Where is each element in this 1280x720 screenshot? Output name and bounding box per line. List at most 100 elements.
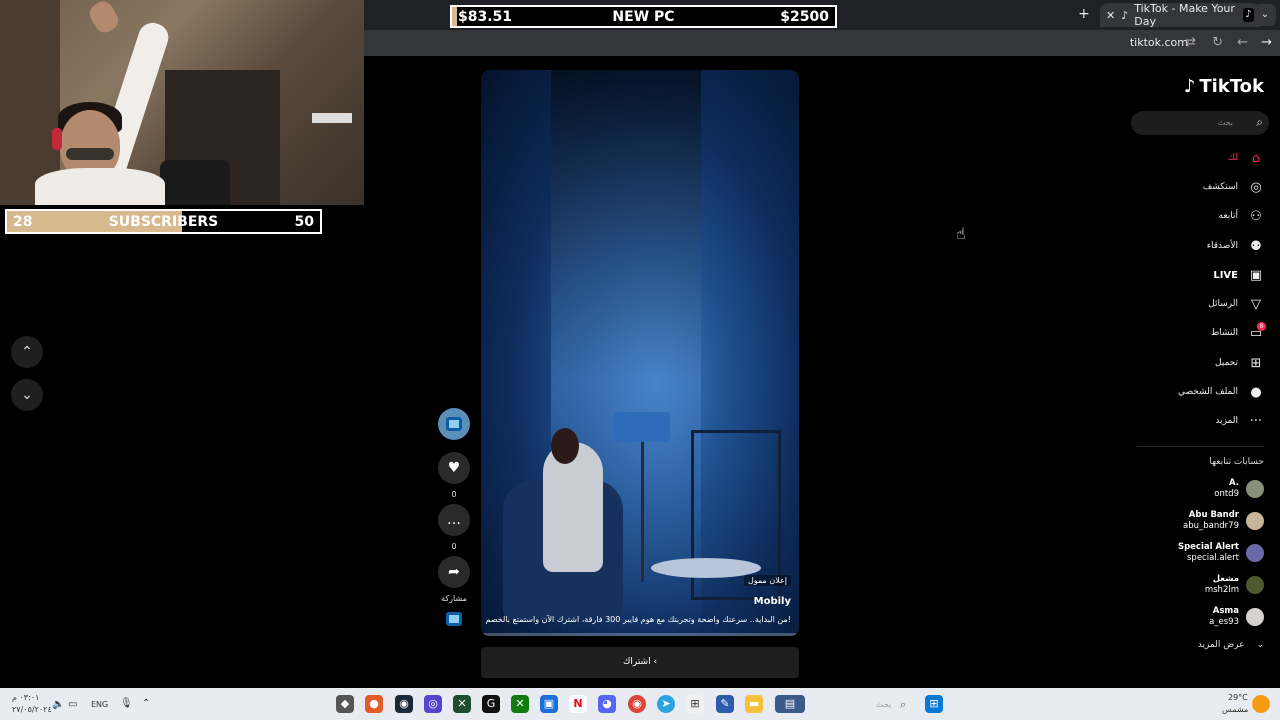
game-icon[interactable]: ▤ — [775, 695, 805, 713]
subscriber-goal-bar: 28 SUBSCRIBERS 50 — [5, 209, 322, 234]
tab-tiktok[interactable]: ✕ ♪ TikTok - Make Your Day ♪ — [1100, 2, 1260, 28]
discord-icon[interactable]: ◕ — [598, 695, 616, 713]
account-handle: abu_bandr79 — [1183, 521, 1239, 531]
tray-chevron-icon[interactable]: ⌃ — [142, 698, 150, 709]
file-explorer-icon[interactable]: ▬ — [745, 695, 763, 713]
app-icon-1[interactable]: ◆ — [336, 695, 354, 713]
tiktok-tab-favicon-small: ♪ — [1121, 8, 1129, 22]
comment-icon: … — [438, 504, 470, 536]
app-icon-2[interactable]: ● — [365, 695, 383, 713]
language-indicator[interactable]: ENG — [91, 700, 108, 709]
nav-label: النشاط — [1210, 328, 1238, 338]
app-icon-14[interactable]: ✎ — [716, 695, 734, 713]
video-player[interactable]: إعلان ممول Mobily من البداية.. سرعتك واض… — [481, 70, 799, 636]
following-account[interactable]: Special Alert special.alert — [1178, 539, 1264, 567]
steam-icon[interactable]: ◉ — [395, 695, 413, 713]
following-account[interactable]: مشعل msh2lm — [1205, 571, 1264, 599]
sun-icon[interactable] — [1252, 695, 1270, 713]
tiktok-wordmark: TikTok — [1199, 76, 1264, 97]
search-input[interactable]: بحث ⌕ — [1131, 111, 1269, 135]
nav-label: الأصدقاء — [1206, 241, 1238, 251]
tab-search-icon[interactable]: ⌄ — [1254, 4, 1276, 26]
following-accounts-title: حسابات تتابعها — [1209, 457, 1264, 467]
chrome-icon[interactable]: ◉ — [628, 695, 646, 713]
nav-label: لك — [1227, 153, 1238, 163]
mobily-logo-icon — [446, 417, 462, 431]
nav-more[interactable]: المزيد ··· — [1215, 411, 1264, 431]
start-icon[interactable]: ⊞ — [925, 695, 943, 713]
video-progress-bar[interactable] — [481, 633, 799, 636]
clock-time[interactable]: ٠٣:٠١ م — [12, 693, 39, 702]
nav-label: أتابعه — [1218, 211, 1238, 221]
xbox-icon[interactable]: ✕ — [511, 695, 529, 713]
chevron-down-icon: ⌄ — [1256, 640, 1264, 650]
new-pc-goal-bar: $83.51 NEW PC $2500 — [450, 5, 837, 28]
account-handle: ontd9 — [1214, 489, 1239, 499]
nav-label: تحميل — [1214, 358, 1238, 368]
search-icon[interactable]: ⌕ — [900, 698, 906, 712]
forward-icon[interactable]: ← — [1237, 35, 1248, 50]
new-tab-icon[interactable]: + — [1078, 6, 1090, 22]
sub-label: SUBSCRIBERS — [108, 214, 219, 230]
netflix-icon[interactable]: N — [569, 695, 587, 713]
compass-icon: ◎ — [1250, 179, 1262, 195]
photos-icon[interactable]: ▣ — [540, 695, 558, 713]
address-bar[interactable]: tiktok.com — [1130, 36, 1188, 49]
share-label: مشاركة — [441, 594, 467, 603]
nav-messages[interactable]: الرسائل ▽ — [1208, 294, 1264, 314]
reload-icon[interactable]: ↻ — [1212, 35, 1223, 50]
creator-avatar[interactable] — [438, 408, 470, 440]
weather-desc[interactable]: مشمس — [1222, 705, 1248, 714]
sub-goal: 50 — [294, 214, 314, 230]
activity-icon: ▭ 8 — [1248, 321, 1266, 341]
tab-title: TikTok - Make Your Day — [1134, 2, 1235, 28]
telegram-icon[interactable]: ➤ — [657, 695, 675, 713]
like-button[interactable]: ♥ 0 — [438, 452, 470, 499]
comment-button[interactable]: … 0 — [438, 504, 470, 551]
nav-for-you[interactable]: لك ⌂ — [1228, 148, 1264, 168]
share-button[interactable]: ➦ مشاركة — [438, 556, 470, 603]
search-icon[interactable]: ⌕ — [1256, 115, 1263, 130]
speaker-icon[interactable]: 🔈 — [52, 699, 64, 710]
sponsored-label: إعلان ممول — [743, 575, 791, 586]
nav-live[interactable]: LIVE ▣ — [1213, 265, 1264, 285]
search-placeholder: بحث — [1217, 118, 1233, 127]
browser-toolbar: tiktok.com ⇄ ↻ ← → — [364, 30, 1280, 56]
account-handle: special.alert — [1187, 553, 1239, 563]
subscribe-cta-button[interactable]: اشتراك ‹ — [481, 647, 799, 678]
app-icon-4[interactable]: ◎ — [424, 695, 442, 713]
nav-profile[interactable]: الملف الشخصي ● — [1178, 382, 1264, 402]
back-icon[interactable]: → — [1261, 35, 1272, 50]
weather-temp[interactable]: 29°C — [1228, 693, 1248, 702]
next-video-button[interactable]: ⌄ — [11, 379, 43, 411]
nav-explore[interactable]: استكشف ◎ — [1203, 177, 1264, 197]
video-author[interactable]: Mobily — [754, 596, 791, 607]
microphone-icon[interactable]: 🎙 — [120, 698, 133, 709]
tiktok-logo[interactable]: ♪ TikTok — [1184, 76, 1264, 97]
more-icon: ··· — [1249, 413, 1263, 429]
avatar — [1246, 544, 1264, 562]
pc-label: NEW PC — [612, 9, 675, 25]
following-account[interactable]: A. ontd9 — [1214, 475, 1264, 503]
video-caption: من البداية.. سرعتك واضحة وتجربتك مع هوم … — [485, 615, 792, 624]
nav-following[interactable]: أتابعه ⚇ — [1219, 206, 1264, 226]
close-tab-icon[interactable]: ✕ — [1106, 9, 1115, 22]
messages-icon: ▽ — [1251, 296, 1261, 312]
nav-activity[interactable]: النشاط ▭ 8 — [1210, 321, 1266, 343]
network-icon[interactable]: ▭ — [68, 699, 77, 710]
nav-friends[interactable]: الأصدقاء ⚉ — [1207, 236, 1264, 256]
excel-icon[interactable]: ✕ — [453, 695, 471, 713]
avatar — [1246, 512, 1264, 530]
taskbar-search[interactable]: بحث — [876, 700, 891, 709]
store-icon[interactable]: ⊞ — [686, 695, 704, 713]
see-more-button[interactable]: عرض المزيد ⌄ — [1198, 640, 1264, 650]
nav-label: المزيد — [1215, 416, 1238, 426]
following-account[interactable]: Abu Bandr abu_bandr79 — [1183, 507, 1264, 535]
site-settings-icon[interactable]: ⇄ — [1185, 35, 1196, 50]
github-icon[interactable]: G — [482, 695, 500, 713]
sound-disc[interactable] — [438, 612, 470, 626]
nav-upload[interactable]: تحميل ⊞ — [1215, 353, 1264, 373]
previous-video-button[interactable]: ⌃ — [11, 336, 43, 368]
clock-date[interactable]: ٢٧/٠٥/٢٠٢٤ — [12, 705, 52, 714]
following-account[interactable]: Asma a_es93 — [1209, 603, 1264, 631]
